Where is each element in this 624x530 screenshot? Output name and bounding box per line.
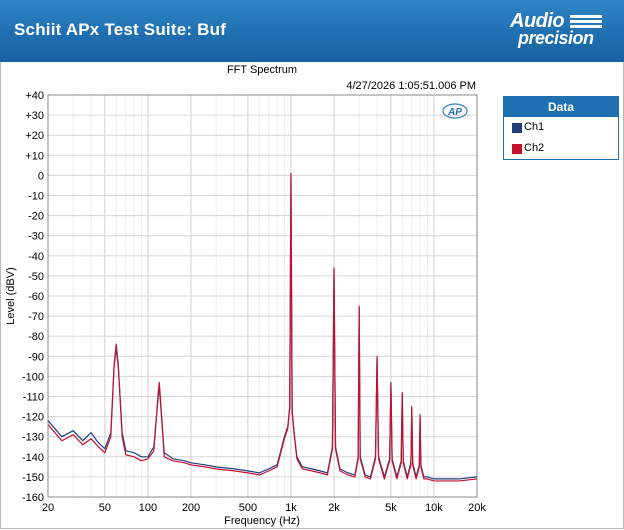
y-axis-label: Level (dBV) [5,267,17,324]
x-tick-label: 20k [468,502,486,514]
y-tick-label: -120 [22,412,44,424]
y-tick-label: -30 [28,231,44,243]
chart-title: FFT Spectrum [227,64,297,76]
legend-label-ch2: Ch2 [524,142,545,154]
y-tick-label: 0 [38,170,44,182]
y-tick-label: +30 [25,110,44,122]
legend-item-ch1[interactable]: Ch1 [512,121,545,133]
x-tick-label: 2k [328,502,340,514]
y-tick-label: -140 [22,452,44,464]
x-axis-label: Frequency (Hz) [224,515,300,527]
legend-swatch-ch1 [512,123,522,133]
chart-timestamp: 4/27/2026 1:05:51.006 PM [346,80,476,92]
y-tick-label: -150 [22,472,44,484]
y-tick-label: -110 [23,392,44,404]
y-tick-label: -100 [22,371,44,383]
y-tick-label: -160 [22,492,44,504]
y-tick-label: -20 [28,211,44,223]
ap-logo-icon: AP [442,103,468,119]
y-tick-label: +20 [25,130,44,142]
x-tick-label: 1k [285,502,297,514]
legend: Data Ch1 Ch2 [503,96,619,160]
legend-item-ch2[interactable]: Ch2 [512,142,545,154]
y-tick-label: -80 [28,331,44,343]
y-tick-label: +10 [25,150,44,162]
x-tick-label: 100 [139,502,157,514]
y-tick-label: -50 [28,271,44,283]
x-tick-label: 50 [99,502,111,514]
fft-spectrum-chart: FFT Spectrum 4/27/2026 1:05:51.006 PM Le… [5,64,486,527]
y-tick-label: -10 [28,191,44,203]
y-tick-label: -130 [22,432,44,444]
x-tick-label: 200 [182,502,200,514]
y-tick-label: +40 [25,90,44,102]
legend-title: Data [504,97,618,117]
y-tick-label: -60 [28,291,44,303]
x-tick-label: 10k [425,502,443,514]
y-tick-label: -40 [28,251,44,263]
series-line-ch2 [47,172,478,482]
x-tick-label: 500 [239,502,257,514]
legend-label-ch1: Ch1 [524,121,545,133]
y-tick-label: -90 [28,351,44,363]
svg-text:AP: AP [447,107,462,118]
legend-swatch-ch2 [512,144,522,154]
y-tick-label: -70 [28,311,44,323]
x-tick-label: 5k [385,502,397,514]
